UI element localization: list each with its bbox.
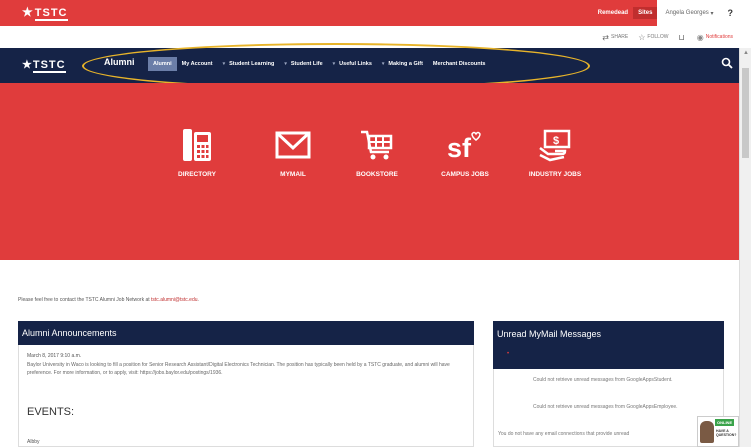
bullet-icon: •	[507, 351, 510, 357]
sf-logo-icon: sf	[447, 131, 481, 162]
user-menu[interactable]: Angela Georges ▾	[657, 0, 722, 26]
mail-icon	[275, 131, 311, 159]
tile-label: DIRECTORY	[178, 171, 216, 178]
scroll-up-icon[interactable]: ▲	[743, 50, 749, 56]
events-heading: EVENTS:	[27, 406, 75, 418]
top-links: Remedead Sites Angela Georges ▾ ?	[593, 0, 739, 26]
follow-button[interactable]: ☆ FOLLOW	[638, 33, 668, 42]
notifications-button[interactable]: ◉ Notifications	[697, 33, 733, 42]
nav-item-useful-links[interactable]: ▾ Useful Links	[328, 57, 377, 71]
event-item: Albby	[27, 439, 40, 445]
remedead-link[interactable]: Remedead	[593, 10, 633, 16]
campus-jobs-tile[interactable]: sf CAMPUS JOBS	[425, 128, 505, 178]
help-button[interactable]: ?	[721, 0, 739, 26]
star-icon: ★	[22, 59, 33, 71]
nav-item-student-life[interactable]: ▾ Student Life	[279, 57, 327, 71]
live-chat-widget[interactable]: ONLINE HAVE A QUESTION?	[697, 416, 739, 447]
cart-button[interactable]: ⊔	[679, 33, 687, 42]
tile-label: CAMPUS JOBS	[441, 171, 489, 178]
nav-item-alumni[interactable]: Alumni	[148, 57, 177, 71]
announcement-text: Baylor University in Waco is looking to …	[27, 362, 450, 376]
bookstore-tile[interactable]: BOOKSTORE	[337, 128, 417, 178]
svg-text:sf: sf	[447, 133, 472, 162]
social-actions: ⇄ SHARE ☆ FOLLOW ⊔ ◉ Notifications	[0, 26, 739, 48]
announcement-date: March 8, 2017 9:10 a.m.	[27, 353, 82, 359]
mymail-panel: Could not retrieve unread messages from …	[493, 369, 724, 447]
tile-label: BOOKSTORE	[356, 171, 398, 178]
scrollbar[interactable]: ▲	[739, 48, 751, 447]
contact-text: Please feel free to contact the TSTC Alu…	[18, 297, 199, 303]
share-icon: ⇄	[602, 32, 609, 42]
tile-label: INDUSTRY JOBS	[528, 171, 582, 178]
nav-item-making-a-gift[interactable]: ▾ Making a Gift	[377, 57, 428, 71]
search-icon[interactable]	[721, 57, 733, 69]
mymail-note: You do not have any email connections th…	[498, 431, 630, 437]
nav-item-student-learning[interactable]: ▾ Student Learning	[218, 57, 280, 71]
cart-icon	[361, 130, 393, 160]
mymail-tile[interactable]: MYMAIL	[253, 128, 333, 178]
announcements-panel: March 8, 2017 9:10 a.m. Baylor Universit…	[18, 345, 474, 447]
nav-item-my-account[interactable]: My Account	[177, 57, 218, 71]
agent-avatar	[700, 421, 714, 443]
hero-banner: DIRECTORY MYMAIL BOOKSTORE sf CAMPUS JOB…	[0, 83, 739, 260]
chat-prompt: HAVE A QUESTION?	[716, 429, 737, 437]
main-nav: ★TSTC Alumni Alumni My Account ▾ Student …	[0, 48, 739, 83]
notification-icon: ◉	[696, 32, 704, 42]
mymail-header: Unread MyMail Messages •	[493, 321, 724, 369]
industry-jobs-tile[interactable]: $ INDUSTRY JOBS	[515, 128, 595, 178]
mymail-title: Unread MyMail Messages	[497, 329, 602, 339]
star-outline-icon: ☆	[638, 32, 646, 42]
tile-label: MYMAIL	[280, 171, 306, 178]
announcements-title: Alumni Announcements	[18, 321, 474, 345]
nav-item-merchant-discounts[interactable]: Merchant Discounts	[428, 57, 491, 71]
directory-tile[interactable]: DIRECTORY	[157, 128, 237, 178]
nav-items: Alumni My Account ▾ Student Learning ▾ Stu…	[148, 57, 491, 71]
chevron-down-icon: ▾	[710, 10, 714, 17]
share-button[interactable]: ⇄ SHARE	[602, 33, 628, 42]
phone-icon	[183, 129, 211, 161]
site-title[interactable]: Alumni	[104, 57, 135, 67]
tstc-logo[interactable]: ★TSTC	[22, 5, 68, 21]
svg-text:$: $	[553, 135, 559, 147]
money-icon: $	[539, 129, 571, 162]
online-badge: ONLINE	[715, 419, 735, 426]
mymail-error-employee: Could not retrieve unread messages from …	[533, 404, 678, 410]
mymail-error-student: Could not retrieve unread messages from …	[533, 377, 673, 383]
alumni-email-link[interactable]: tstc.alumni@tstc.edu	[151, 297, 197, 303]
sites-link[interactable]: Sites	[633, 7, 658, 19]
star-icon: ★	[22, 5, 34, 19]
top-bar: ★TSTC Remedead Sites Angela Georges ▾ ?	[0, 0, 739, 26]
nav-logo[interactable]: ★TSTC	[22, 58, 66, 73]
cart-icon: ⊔	[678, 32, 685, 42]
scrollbar-thumb[interactable]	[742, 68, 749, 158]
